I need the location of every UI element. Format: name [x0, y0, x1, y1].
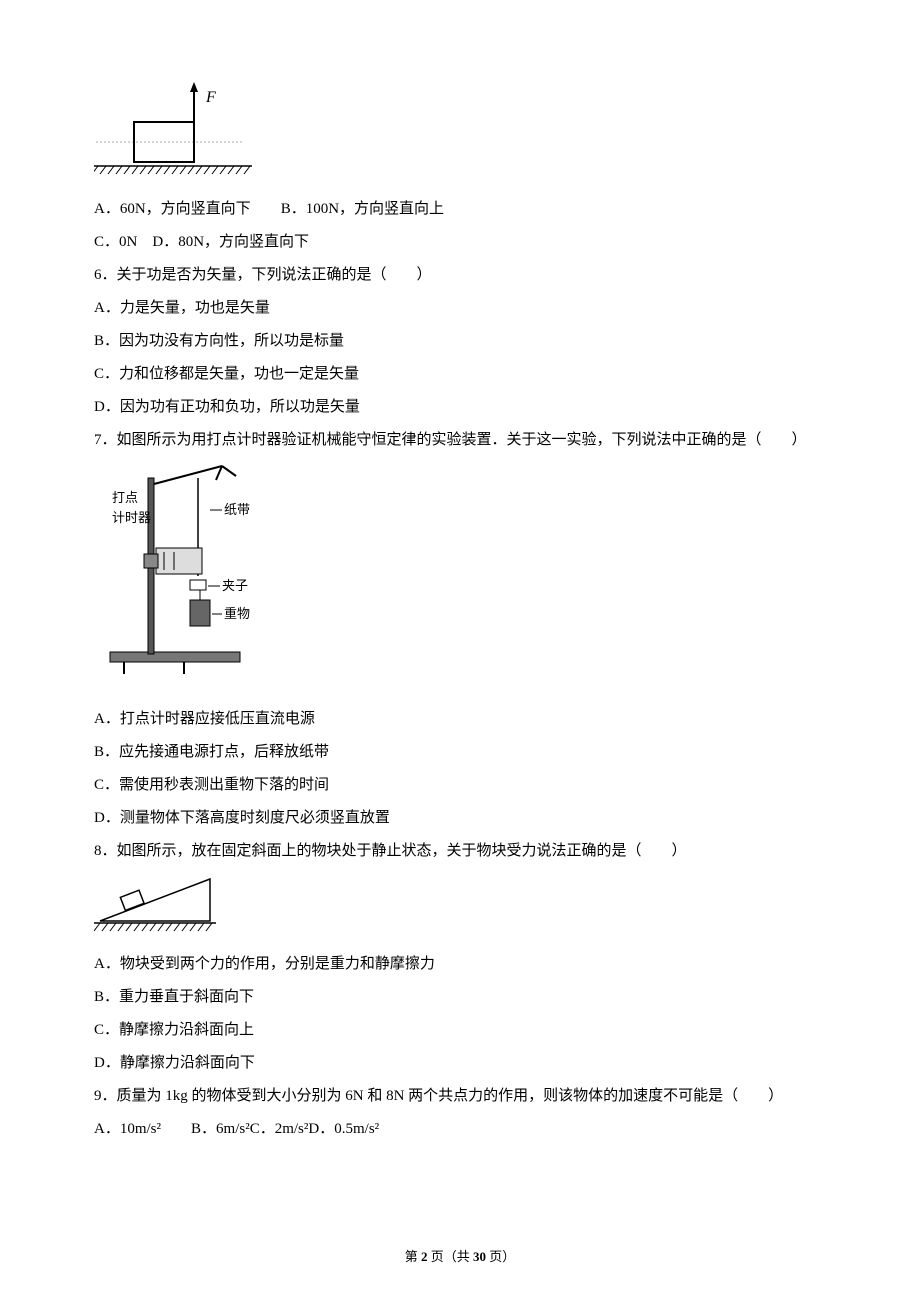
- label-tape: 纸带: [224, 502, 250, 517]
- q5-option-c: C．0N: [94, 234, 137, 250]
- q6-stem: 6．关于功是否为矢量，下列说法正确的是（ ）: [94, 262, 830, 289]
- q5-option-d: D．80N，方向竖直向下: [152, 234, 309, 250]
- q9-option-a: A．10m/s²: [94, 1121, 161, 1137]
- q8-option-b: B．重力垂直于斜面向下: [94, 984, 830, 1011]
- footer-suffix: 页）: [486, 1249, 515, 1264]
- label-timer-2: 计时器: [112, 510, 151, 525]
- q6-option-c: C．力和位移都是矢量，功也一定是矢量: [94, 361, 830, 388]
- footer-prefix: 第: [405, 1249, 421, 1264]
- q7-stem: 7．如图所示为用打点计时器验证机械能守恒定律的实验装置．关于这一实验，下列说法中…: [94, 427, 830, 454]
- q9-options: A．10m/s² B．6m/s²C．2m/s²D．0.5m/s²: [94, 1116, 830, 1143]
- force-label: F: [205, 89, 216, 106]
- q6-option-a: A．力是矢量，功也是矢量: [94, 295, 830, 322]
- q5-options-row1: A．60N，方向竖直向下 B．100N，方向竖直向上: [94, 196, 830, 223]
- label-clip: 夹子: [222, 578, 248, 593]
- page-footer: 第 2 页（共 30 页）: [0, 1245, 920, 1268]
- footer-page-total: 30: [473, 1249, 486, 1264]
- q5-option-b: B．100N，方向竖直向上: [281, 201, 444, 217]
- q8-option-a: A．物块受到两个力的作用，分别是重力和静摩擦力: [94, 951, 830, 978]
- q6-option-b: B．因为功没有方向性，所以功是标量: [94, 328, 830, 355]
- q8-option-c: C．静摩擦力沿斜面向上: [94, 1017, 830, 1044]
- page: F A．60N，方向竖直向下 B．100N，方向竖直向上 C．0N D．80N，…: [0, 0, 920, 1302]
- q5-options-row2: C．0N D．80N，方向竖直向下: [94, 229, 830, 256]
- footer-mid: 页（共: [427, 1249, 473, 1264]
- q7-option-a: A．打点计时器应接低压直流电源: [94, 706, 830, 733]
- q8-option-d: D．静摩擦力沿斜面向下: [94, 1050, 830, 1077]
- q6-option-d: D．因为功有正功和负功，所以功是矢量: [94, 394, 830, 421]
- q7-option-b: B．应先接通电源打点，后释放纸带: [94, 739, 830, 766]
- label-timer-1: 打点: [112, 490, 138, 505]
- q7-option-c: C．需使用秒表测出重物下落的时间: [94, 772, 830, 799]
- q8-stem: 8．如图所示，放在固定斜面上的物块处于静止状态，关于物块受力说法正确的是（ ）: [94, 838, 830, 865]
- figure-q8: [94, 871, 830, 945]
- figure-q5: F: [94, 80, 830, 190]
- q9-option-b: B．6m/s²: [191, 1121, 250, 1137]
- q9-option-c: C．2m/s²: [250, 1121, 309, 1137]
- q9-option-d: D．0.5m/s²: [308, 1121, 379, 1137]
- label-weight: 重物: [224, 606, 250, 621]
- q7-option-d: D．测量物体下落高度时刻度尺必须竖直放置: [94, 805, 830, 832]
- figure-q7: 打点 计时器 纸带 夹子 重物: [94, 460, 830, 700]
- q9-stem: 9．质量为 1kg 的物体受到大小分别为 6N 和 8N 两个共点力的作用，则该…: [94, 1083, 830, 1110]
- q5-option-a: A．60N，方向竖直向下: [94, 201, 251, 217]
